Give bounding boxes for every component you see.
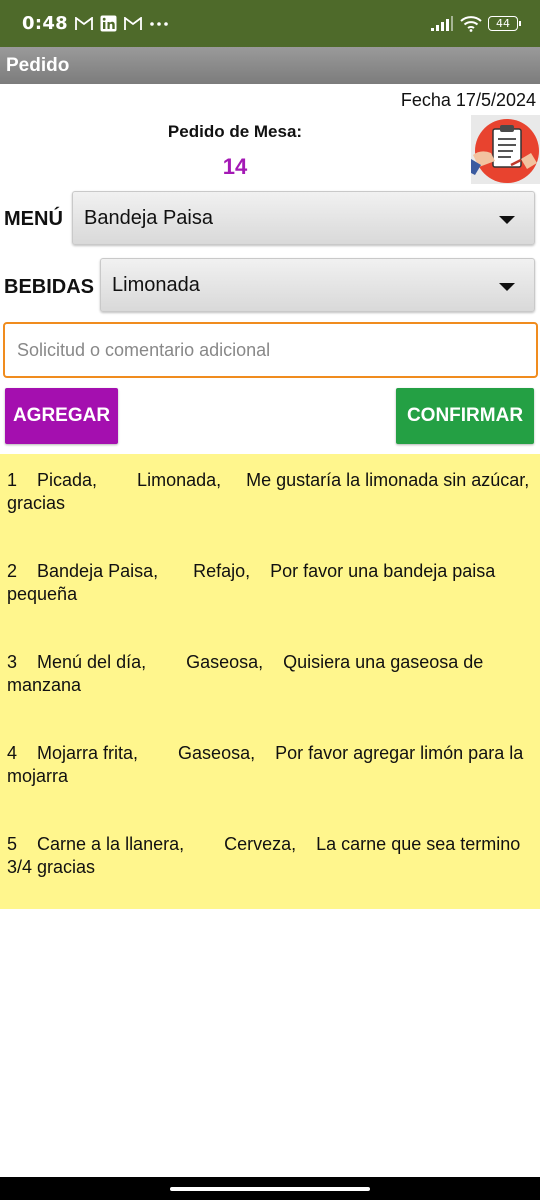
status-time: 0:48 <box>22 13 68 34</box>
menu-dropdown[interactable]: Bandeja Paisa <box>72 191 535 245</box>
notification-icons <box>75 15 169 32</box>
app-title-bar: Pedido <box>0 47 540 84</box>
chevron-down-icon <box>499 216 515 224</box>
comment-input[interactable] <box>3 322 538 378</box>
battery-level: 44 <box>496 17 510 30</box>
gmail-icon <box>75 16 93 31</box>
list-item[interactable]: 4 Mojarra frita, Gaseosa, Por favor agre… <box>7 742 533 788</box>
menu-selected-value: Bandeja Paisa <box>84 206 213 229</box>
table-order-label: Pedido de Mesa: <box>167 122 303 141</box>
status-bar: 0:48 44 <box>0 0 540 47</box>
list-item[interactable]: 1 Picada, Limonada, Me gustaría la limon… <box>7 469 533 515</box>
bebidas-label: BEBIDAS <box>4 276 95 298</box>
menu-label: MENÚ <box>4 208 63 230</box>
order-text: 3 Menú del día, Gaseosa, Quisiera una ga… <box>7 652 489 695</box>
chevron-down-icon <box>499 283 515 291</box>
order-text: 4 Mojarra frita, Gaseosa, Por favor agre… <box>7 743 529 786</box>
wifi-icon <box>460 15 482 32</box>
order-text: 2 Bandeja Paisa, Refajo, Por favor una b… <box>7 561 501 604</box>
add-button[interactable]: AGREGAR <box>5 388 118 444</box>
list-item[interactable]: 3 Menú del día, Gaseosa, Quisiera una ga… <box>7 651 533 697</box>
table-number: 14 <box>222 154 248 179</box>
system-icons: 44 <box>430 15 521 32</box>
app-title: Pedido <box>6 54 70 76</box>
bebidas-selected-value: Limonada <box>112 273 200 296</box>
orders-list[interactable]: 1 Picada, Limonada, Me gustaría la limon… <box>0 454 540 909</box>
list-item[interactable]: 5 Carne a la llanera, Cerveza, La carne … <box>7 833 533 879</box>
list-item[interactable]: 2 Bandeja Paisa, Refajo, Por favor una b… <box>7 560 533 606</box>
order-text: 5 Carne a la llanera, Cerveza, La carne … <box>7 834 526 877</box>
navigation-bar <box>0 1177 540 1200</box>
signal-icon <box>430 15 454 32</box>
confirm-button[interactable]: CONFIRMAR <box>396 388 534 444</box>
order-date: Fecha 17/5/2024 <box>400 90 536 110</box>
linkedin-icon <box>100 15 117 32</box>
gmail-icon <box>124 16 142 31</box>
more-dots-icon <box>149 21 169 27</box>
battery-icon: 44 <box>488 16 521 31</box>
clipboard-order-icon <box>471 115 540 184</box>
order-text: 1 Picada, Limonada, Me gustaría la limon… <box>7 470 535 513</box>
home-gesture-handle[interactable] <box>170 1187 370 1191</box>
bebidas-dropdown[interactable]: Limonada <box>100 258 535 312</box>
